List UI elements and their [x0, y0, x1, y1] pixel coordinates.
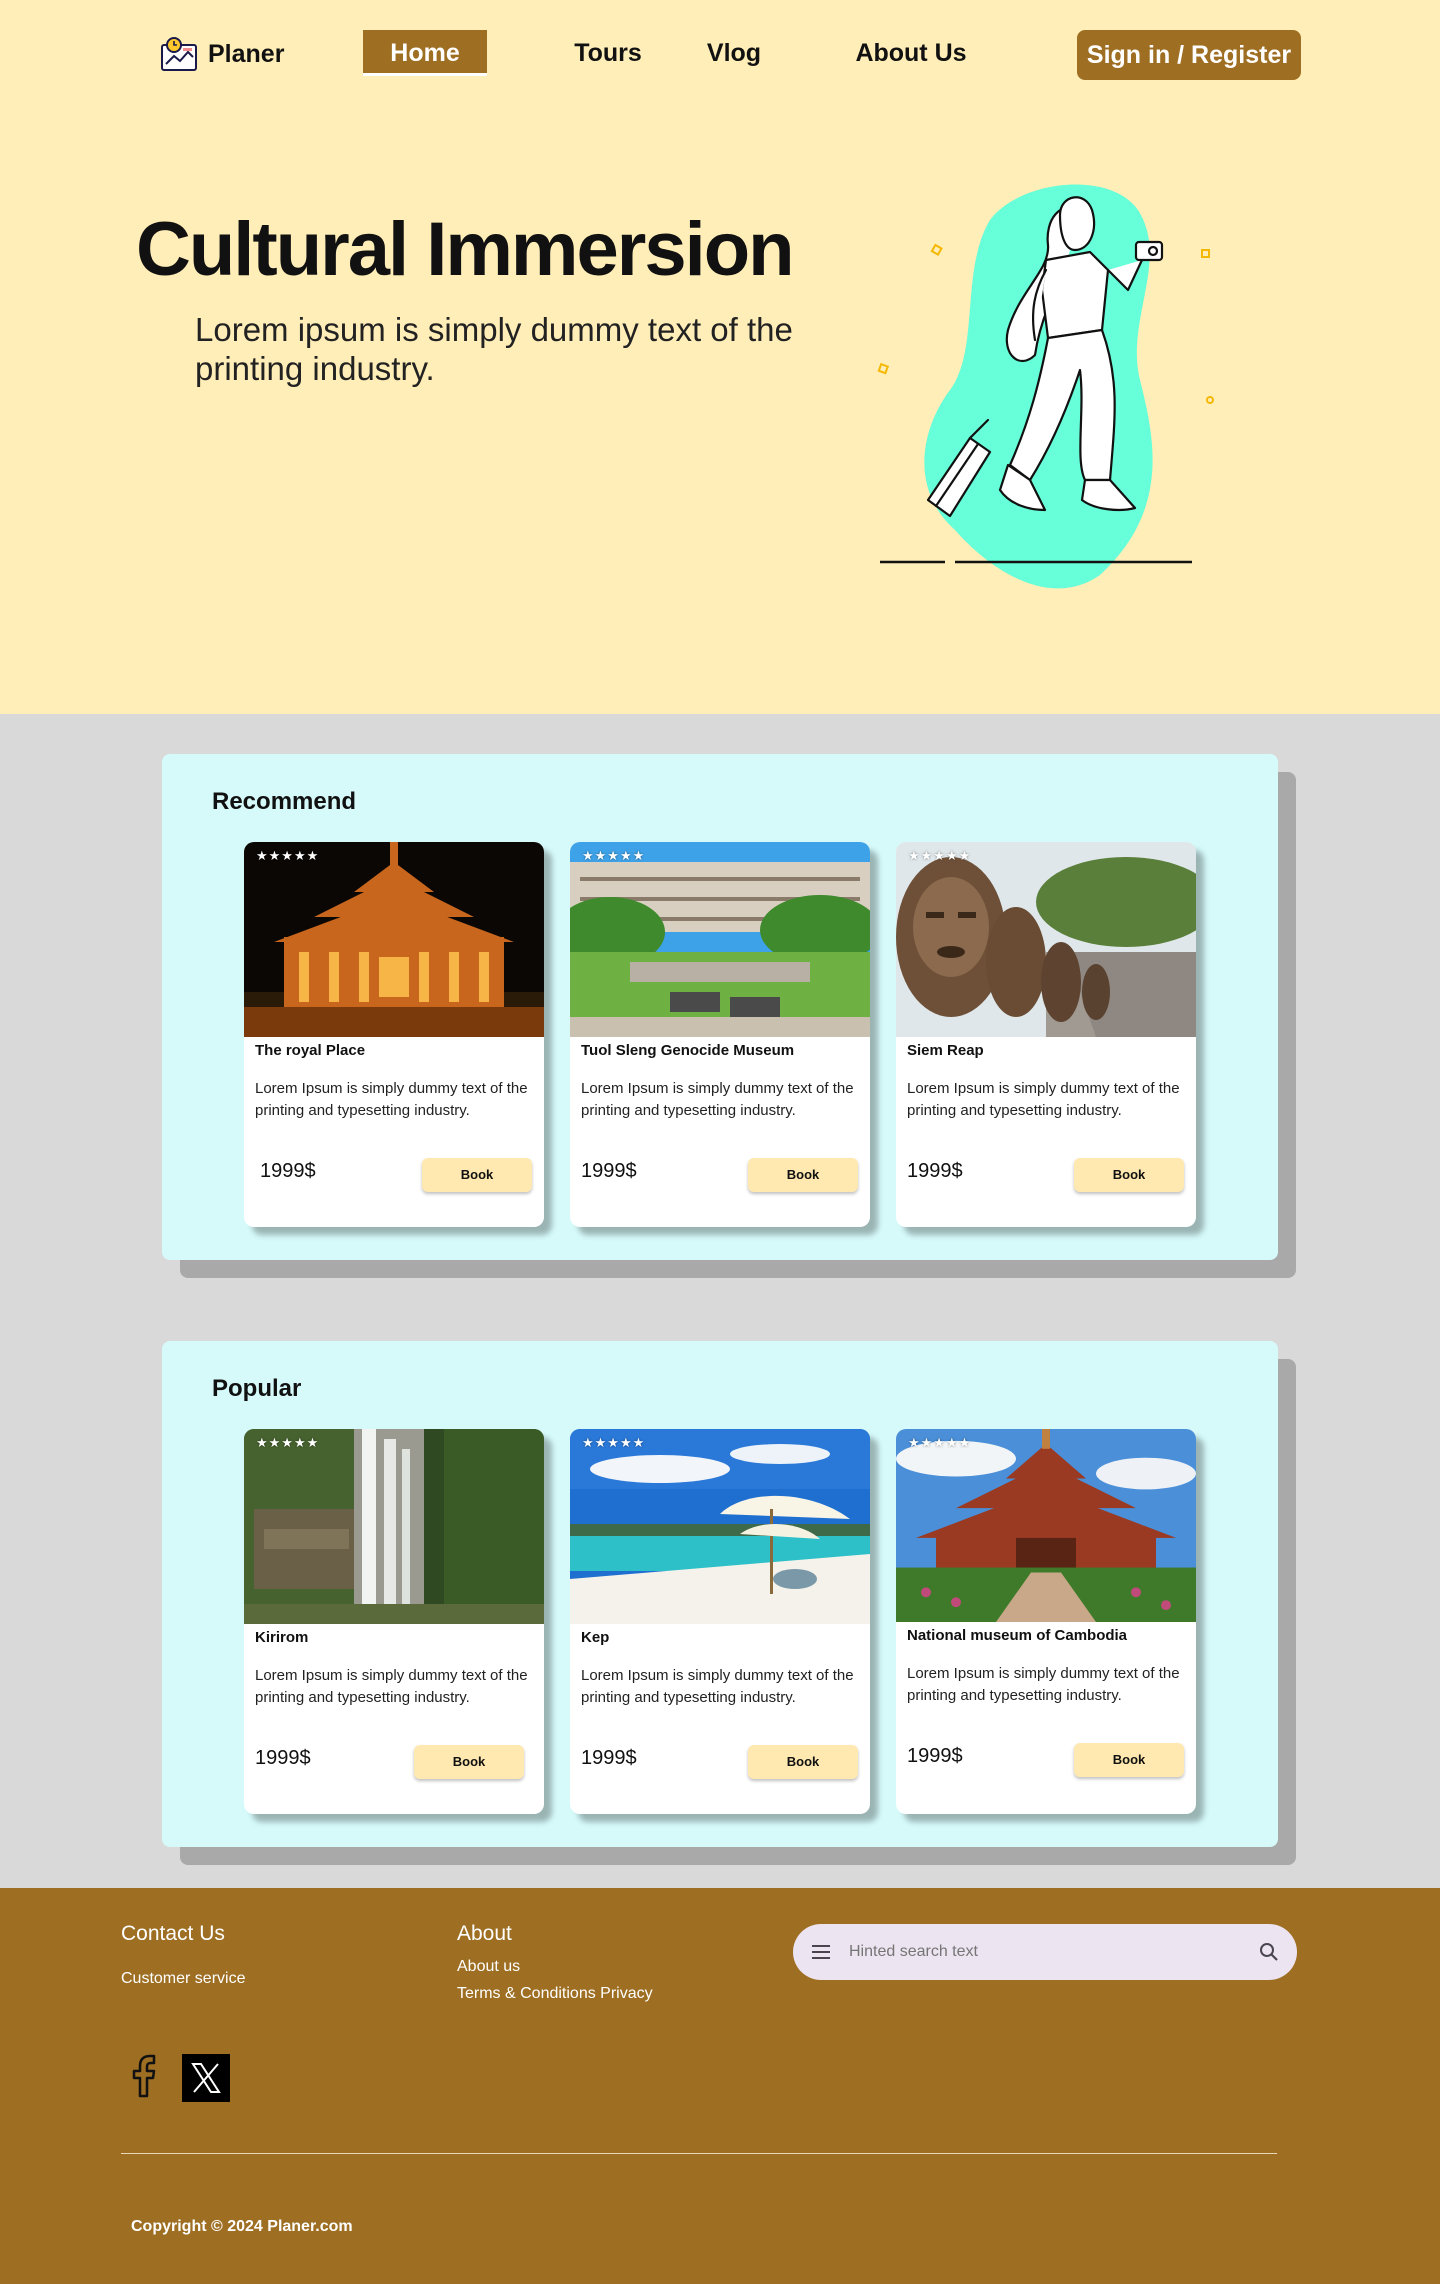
card-price: 1999$ [581, 1160, 637, 1182]
nav-tours[interactable]: Tours [560, 30, 656, 76]
card-price: 1999$ [907, 1745, 963, 1767]
card-price: 1999$ [255, 1747, 311, 1769]
tour-card[interactable]: ★★★★★ Siem Reap Lorem Ipsum is simply du… [896, 842, 1196, 1227]
card-description: Lorem Ipsum is simply dummy text of the … [255, 1667, 528, 1706]
kep-beach-photo [570, 1429, 870, 1624]
tour-card[interactable]: ★★★★★ National museum of Cambodia Lorem … [896, 1429, 1196, 1814]
book-button[interactable]: Book [748, 1745, 858, 1779]
top-nav: Planer Home Tours Vlog About Us Sign in … [0, 0, 1440, 110]
section-title: Popular [212, 1375, 302, 1402]
footer-contact-title: Contact Us [121, 1922, 225, 1945]
card-description: Lorem Ipsum is simply dummy text of the … [255, 1080, 528, 1119]
book-button[interactable]: Book [422, 1158, 532, 1192]
footer-link-customer-service[interactable]: Customer service [121, 1970, 245, 1988]
royal-palace-photo [244, 842, 544, 1037]
national-museum-photo [896, 1429, 1196, 1622]
signin-register-button[interactable]: Sign in / Register [1077, 30, 1301, 80]
footer-divider [121, 2153, 1277, 2154]
book-button[interactable]: Book [748, 1158, 858, 1192]
traveler-illustration [877, 184, 1214, 589]
rating-stars: ★★★★★ [256, 848, 320, 863]
search-bar[interactable] [793, 1924, 1297, 1980]
card-title: Kirirom [255, 1629, 309, 1646]
rating-stars: ★★★★★ [908, 1435, 972, 1450]
x-icon[interactable] [182, 2054, 230, 2102]
rating-stars: ★★★★★ [582, 848, 646, 863]
siem-reap-photo [896, 842, 1196, 1037]
card-title: National museum of Cambodia [907, 1627, 1128, 1644]
card-description: Lorem Ipsum is simply dummy text of the … [907, 1665, 1180, 1704]
search-input[interactable] [849, 1924, 1239, 1980]
facebook-icon[interactable] [126, 2052, 166, 2100]
recommend-section: Recommend ★★★★★ The royal Place Lorem Ip… [162, 754, 1278, 1260]
book-button[interactable]: Book [414, 1745, 524, 1779]
brand-logo[interactable]: Planer [160, 36, 284, 72]
tour-card[interactable]: ★★★★★ The royal Place Lorem Ipsum is sim… [244, 842, 544, 1227]
card-title: Kep [581, 1629, 610, 1646]
tuol-sleng-photo [570, 842, 870, 1037]
nav-home[interactable]: Home [363, 30, 487, 76]
nav-about-us[interactable]: About Us [846, 30, 976, 76]
card-price: 1999$ [907, 1160, 963, 1182]
rating-stars: ★★★★★ [256, 1435, 320, 1450]
card-title: Tuol Sleng Genocide Museum [581, 1042, 795, 1059]
footer: Contact Us Customer service About About … [0, 1888, 1440, 2284]
book-button[interactable]: Book [1074, 1158, 1184, 1192]
card-description: Lorem Ipsum is simply dummy text of the … [581, 1667, 854, 1706]
copyright-text: Copyright © 2024 Planer.com [131, 2218, 353, 2235]
hero-subtitle: Lorem ipsum is simply dummy text of the … [195, 311, 793, 387]
card-description: Lorem Ipsum is simply dummy text of the … [581, 1080, 854, 1119]
footer-link-terms[interactable]: Terms & Conditions Privacy [457, 1985, 653, 2003]
rating-stars: ★★★★★ [582, 1435, 646, 1450]
footer-about-title: About [457, 1922, 512, 1945]
tour-card[interactable]: ★★★★★ Tuol Sleng Genocide Museum Lorem I… [570, 842, 870, 1227]
card-title: The royal Place [255, 1042, 366, 1059]
brand-name: Planer [208, 39, 285, 68]
kirirom-waterfall-photo [244, 1429, 544, 1624]
logo-icon [161, 37, 197, 71]
card-price: 1999$ [260, 1160, 316, 1182]
rating-stars: ★★★★★ [908, 848, 972, 863]
tour-card[interactable]: ★★★★★ Kirirom Lorem Ipsum is simply dumm… [244, 1429, 544, 1814]
search-icon[interactable] [1257, 1940, 1281, 1964]
book-button[interactable]: Book [1074, 1743, 1184, 1777]
card-title: Siem Reap [907, 1042, 984, 1059]
section-title: Recommend [212, 788, 357, 815]
card-price: 1999$ [581, 1747, 637, 1769]
popular-section: Popular ★★★★★ Kirirom Lorem Ipsum is sim… [162, 1341, 1278, 1847]
tour-card[interactable]: ★★★★★ Kep Lorem Ipsum is simply dummy te… [570, 1429, 870, 1814]
card-description: Lorem Ipsum is simply dummy text of the … [907, 1080, 1180, 1119]
nav-vlog[interactable]: Vlog [694, 30, 774, 76]
menu-icon[interactable] [809, 1940, 833, 1964]
hero-title: Cultural Immersion [136, 207, 795, 292]
footer-link-about-us[interactable]: About us [457, 1958, 520, 1976]
